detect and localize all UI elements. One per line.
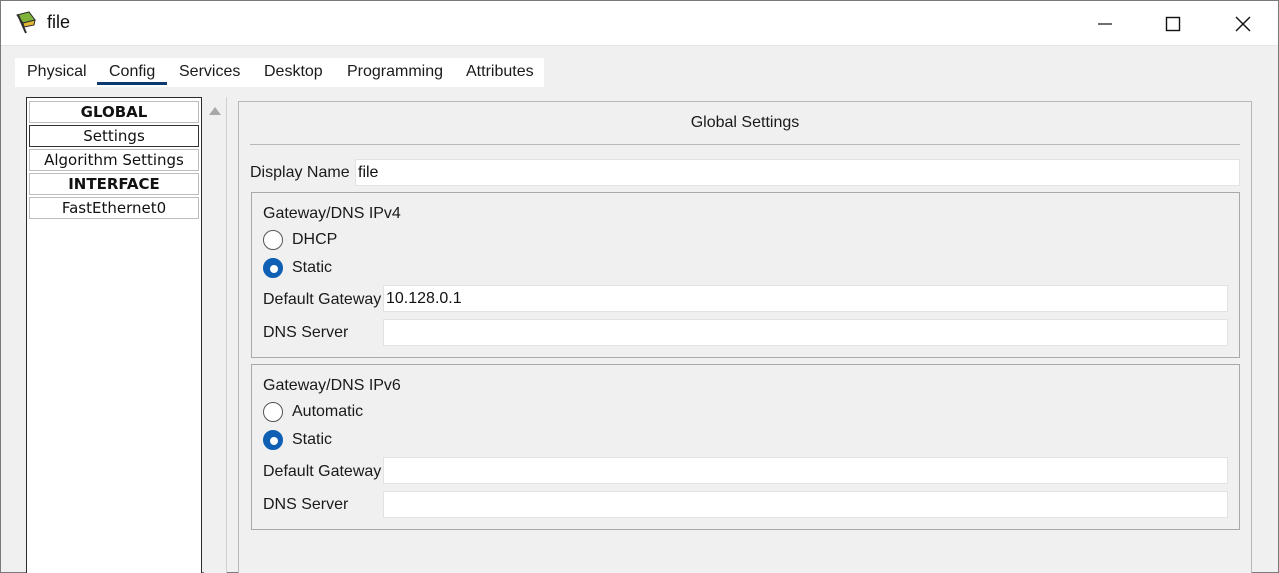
ipv4-dns-input[interactable] bbox=[383, 319, 1228, 346]
close-button[interactable] bbox=[1209, 1, 1277, 46]
title-bar[interactable]: file bbox=[1, 1, 1278, 46]
device-window: file Physical Config Services Desktop Pr… bbox=[0, 0, 1279, 573]
divider bbox=[250, 144, 1240, 145]
static-ipv4-label: Static bbox=[292, 259, 333, 276]
scroll-up-arrow-icon[interactable] bbox=[209, 107, 221, 115]
ipv6-gateway-label: Default Gateway bbox=[263, 463, 382, 480]
ipv6-gateway-input[interactable] bbox=[383, 457, 1228, 484]
sidebar-header-global[interactable]: GLOBAL bbox=[29, 101, 199, 123]
display-name-input[interactable] bbox=[355, 159, 1240, 186]
dhcp-label: DHCP bbox=[292, 231, 338, 248]
automatic-label: Automatic bbox=[292, 403, 364, 420]
ipv4-gateway-input[interactable] bbox=[383, 285, 1228, 312]
tab-programming[interactable]: Programming bbox=[347, 63, 443, 81]
tab-bar: Physical Config Services Desktop Program… bbox=[15, 58, 544, 87]
minimize-icon bbox=[1098, 22, 1112, 25]
ipv6-dns-input[interactable] bbox=[383, 491, 1228, 518]
sidebar-header-interface[interactable]: INTERFACE bbox=[29, 173, 199, 195]
automatic-radio[interactable] bbox=[263, 402, 283, 422]
ipv6-group: Gateway/DNS IPv6 Automatic Static Defaul… bbox=[251, 364, 1240, 530]
minimize-button[interactable] bbox=[1071, 1, 1139, 46]
maximize-icon bbox=[1165, 16, 1181, 31]
window-title: file bbox=[47, 12, 71, 32]
ipv6-dns-label: DNS Server bbox=[263, 496, 349, 513]
tab-physical[interactable]: Physical bbox=[27, 63, 87, 81]
automatic-radio-option[interactable]: Automatic bbox=[263, 402, 363, 422]
ipv4-group-label: Gateway/DNS IPv4 bbox=[263, 205, 401, 222]
sidebar-item-fastethernet0[interactable]: FastEthernet0 bbox=[29, 197, 199, 219]
static-ipv4-radio-option[interactable]: Static bbox=[263, 258, 332, 278]
sidebar-item-settings[interactable]: Settings bbox=[29, 125, 199, 147]
dhcp-radio[interactable] bbox=[263, 230, 283, 250]
static-ipv6-radio[interactable] bbox=[263, 430, 283, 450]
tab-attributes[interactable]: Attributes bbox=[466, 63, 534, 81]
static-ipv6-radio-option[interactable]: Static bbox=[263, 430, 332, 450]
sidebar-item-algorithm-settings[interactable]: Algorithm Settings bbox=[29, 149, 199, 171]
display-name-label: Display Name bbox=[250, 164, 350, 181]
maximize-button[interactable] bbox=[1139, 1, 1207, 46]
config-sidebar: GLOBAL Settings Algorithm Settings INTER… bbox=[26, 97, 202, 573]
panel-title: Global Settings bbox=[690, 114, 800, 131]
static-ipv4-radio[interactable] bbox=[263, 258, 283, 278]
tab-desktop[interactable]: Desktop bbox=[264, 63, 323, 81]
sidebar-scrollbar[interactable] bbox=[204, 97, 227, 573]
global-settings-panel: Global Settings Display Name Gateway/DNS… bbox=[238, 101, 1252, 573]
tab-config[interactable]: Config bbox=[109, 63, 155, 81]
ipv6-group-label: Gateway/DNS IPv6 bbox=[263, 377, 401, 394]
tab-services[interactable]: Services bbox=[179, 63, 240, 81]
close-icon bbox=[1235, 16, 1251, 31]
packet-tracer-icon bbox=[14, 11, 38, 35]
static-ipv6-label: Static bbox=[292, 431, 333, 448]
active-tab-indicator bbox=[97, 82, 167, 85]
ipv4-dns-label: DNS Server bbox=[263, 324, 349, 341]
ipv4-gateway-label: Default Gateway bbox=[263, 291, 382, 308]
ipv4-group: Gateway/DNS IPv4 DHCP Static Default Gat… bbox=[251, 192, 1240, 358]
dhcp-radio-option[interactable]: DHCP bbox=[263, 230, 337, 250]
